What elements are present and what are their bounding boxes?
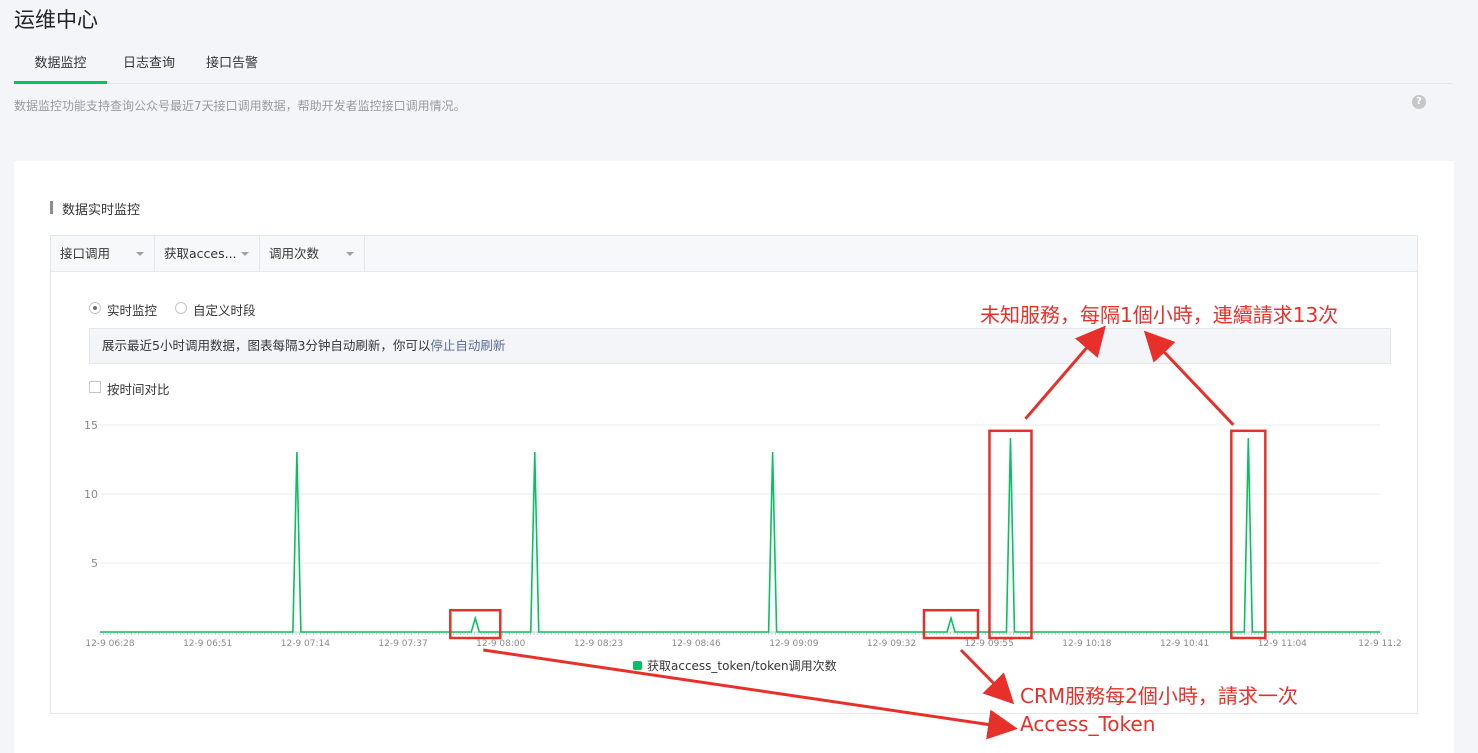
annotation-text-access-token: Access_Token — [1020, 712, 1155, 736]
data-point — [474, 617, 477, 619]
annotation-text-crm: CRM服務每2個小時，請求一次 — [1020, 684, 1298, 708]
x-tick-label: 12-9 08:00 — [476, 639, 525, 649]
x-tick-label: 12-9 09:09 — [769, 639, 818, 649]
data-point — [1247, 438, 1250, 440]
x-tick-label: 12-9 09:32 — [867, 639, 916, 649]
annotation-arrow — [1143, 330, 1235, 426]
x-tick-label: 12-9 10:18 — [1062, 639, 1111, 649]
annotation-box — [922, 608, 980, 640]
x-tick-label: 12-9 09:55 — [965, 639, 1014, 649]
legend-swatch — [633, 661, 642, 670]
x-tick-label: 12-9 11:04 — [1258, 639, 1307, 649]
call-count-chart: 5 10 15 12-9 06:28 12-9 06:51 12-9 07:14 12-9 … — [84, 303, 1402, 740]
x-tick-label: 12-9 10:41 — [1160, 639, 1209, 649]
x-tick-label: 12-9 07:37 — [378, 639, 427, 649]
x-tick-label: 12-9 08:23 — [574, 639, 623, 649]
data-point — [533, 451, 536, 454]
legend-label: 获取access_token/token调用次数 — [647, 658, 837, 673]
annotation-arrow — [959, 648, 1015, 705]
annotation-text-unknown-service: 未知服務，每隔1個小時，連續請求13次 — [980, 303, 1338, 327]
annotation-box — [449, 608, 502, 640]
x-tick-label: 12-9 07:14 — [281, 639, 330, 649]
x-tick-label: 12-9 06:28 — [85, 639, 134, 649]
series-line — [100, 438, 1380, 633]
x-tick-label: 12-9 08:46 — [672, 639, 721, 649]
y-tick-label: 15 — [84, 419, 98, 432]
annotation-arrow — [1024, 325, 1106, 420]
y-tick-label: 10 — [84, 488, 98, 501]
y-tick-label: 5 — [91, 557, 98, 570]
data-point — [950, 617, 952, 619]
data-point — [771, 451, 774, 454]
data-point — [1009, 438, 1012, 440]
data-point — [296, 451, 298, 454]
x-tick-label: 12-9 11:2 — [1358, 639, 1402, 649]
x-tick-label: 12-9 06:51 — [183, 639, 232, 649]
